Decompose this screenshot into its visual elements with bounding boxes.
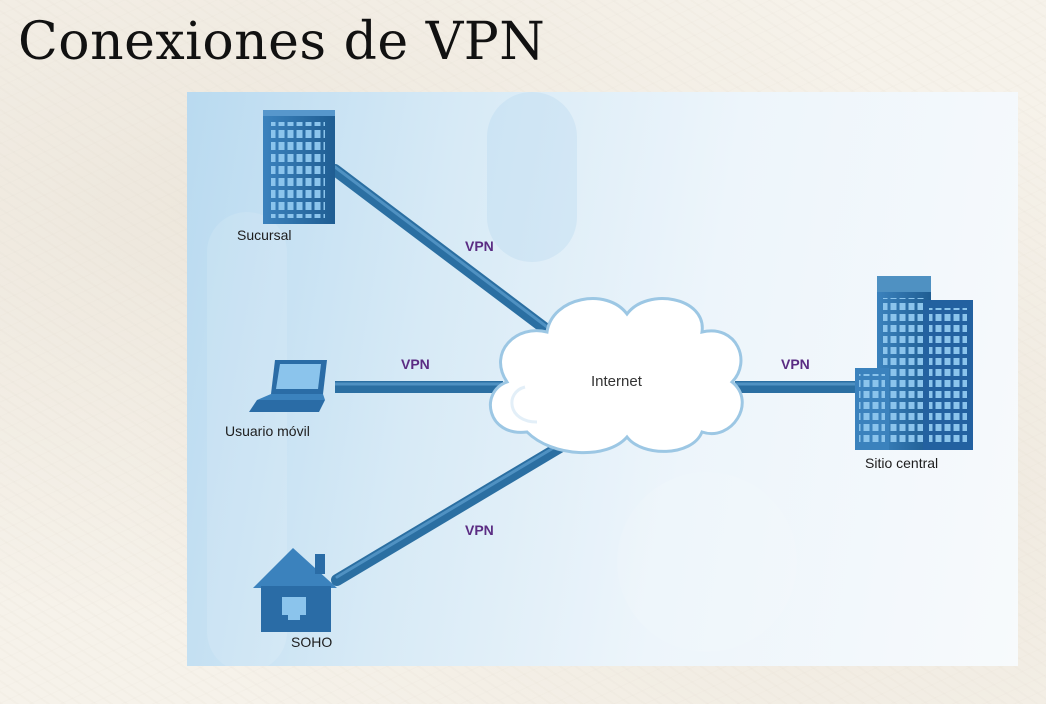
central-site-building-icon bbox=[855, 276, 973, 450]
link-soho-to-internet bbox=[331, 438, 571, 586]
vpn-diagram: Sucursal Usuario móvil SOHO Sitio centra… bbox=[187, 92, 1018, 666]
vpn-label-branch: VPN bbox=[465, 238, 494, 254]
branch-building-icon bbox=[263, 110, 335, 224]
vpn-label-central: VPN bbox=[781, 356, 810, 372]
internet-label: Internet bbox=[591, 373, 642, 390]
link-internet-to-central bbox=[735, 381, 859, 393]
node-label-mobile-user: Usuario móvil bbox=[225, 423, 310, 439]
node-label-central-site: Sitio central bbox=[865, 455, 939, 471]
slide-title: Conexiones de VPN bbox=[18, 12, 546, 72]
vpn-label-mobile: VPN bbox=[401, 356, 430, 372]
vpn-label-soho: VPN bbox=[465, 522, 494, 538]
node-label-branch: Sucursal bbox=[237, 227, 292, 243]
link-mobile-to-internet bbox=[335, 381, 503, 393]
node-label-soho: SOHO bbox=[291, 634, 333, 650]
